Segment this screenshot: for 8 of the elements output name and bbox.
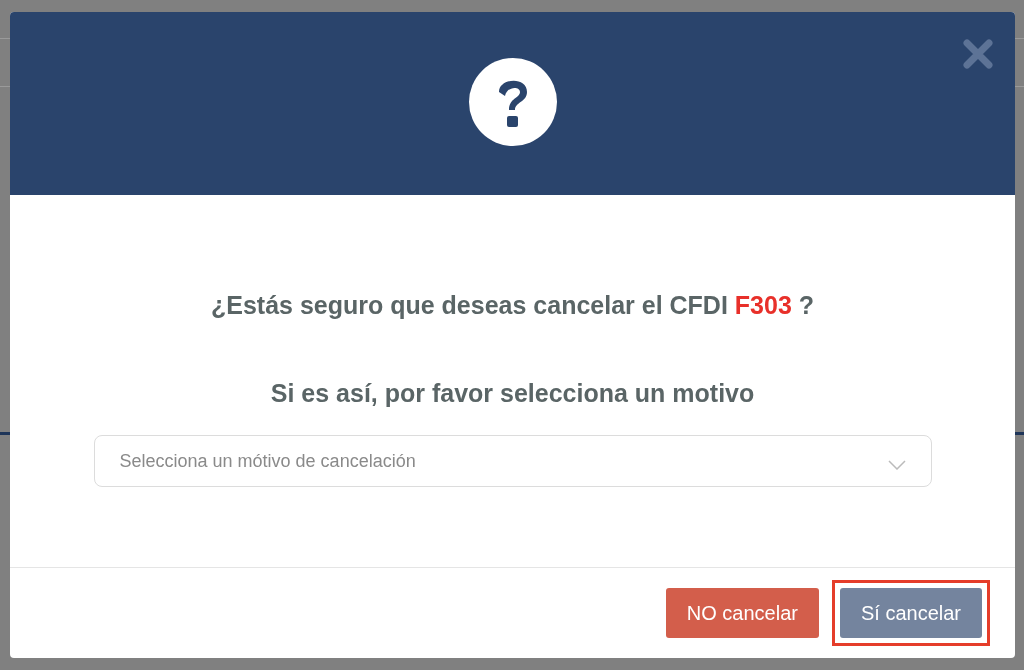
question-icon (468, 57, 557, 146)
confirmation-question: ¿Estás seguro que deseas cancelar el CFDI F303 ? (210, 290, 815, 321)
cancel-button[interactable]: NO cancelar (665, 588, 819, 638)
instruction-text: Si es así, por favor selecciona un motivo (270, 378, 755, 409)
confirm-button[interactable]: Sí cancelar (839, 588, 982, 638)
close-button[interactable] (961, 37, 995, 71)
chevron-down-icon (887, 460, 906, 470)
reason-select[interactable]: Selecciona un mótivo de cancelación (93, 435, 932, 487)
